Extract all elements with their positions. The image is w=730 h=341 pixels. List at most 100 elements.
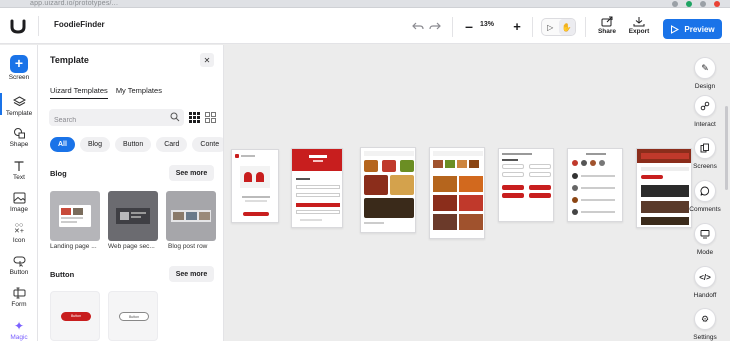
gear-icon: ⚙ xyxy=(694,308,716,330)
shapes-icon xyxy=(11,126,27,140)
browser-url: app.uizard.io/prototypes/... xyxy=(30,0,119,7)
screen-frame[interactable] xyxy=(360,147,416,233)
template-label: Landing page ... xyxy=(50,243,97,250)
design-canvas[interactable] xyxy=(224,45,692,341)
divider xyxy=(452,17,453,37)
screen-frame[interactable] xyxy=(231,149,279,223)
rail-item-settings[interactable]: ⚙ Settings xyxy=(680,308,730,341)
rail-label: Form xyxy=(11,301,27,308)
rail-label: Screens xyxy=(693,163,717,170)
divider xyxy=(585,17,586,37)
preview-label: Preview xyxy=(684,24,715,34)
share-button[interactable]: Share xyxy=(594,16,620,35)
panel-title: Template xyxy=(50,55,89,65)
hand-mode-icon[interactable]: ✋ xyxy=(558,19,575,35)
rail-label: Button xyxy=(9,269,29,276)
screen-frame[interactable] xyxy=(498,148,554,222)
rail-item-design[interactable]: ✎ Design xyxy=(680,57,730,90)
undo-icon[interactable] xyxy=(410,18,426,34)
rail-item-magic[interactable]: ✦ Magic xyxy=(0,319,38,341)
divider xyxy=(532,17,533,37)
browser-address-strip: app.uizard.io/prototypes/... xyxy=(0,0,730,8)
icon-grid-icon: ○○ ✕+ xyxy=(14,222,24,235)
rail-item-form[interactable]: Form xyxy=(0,286,38,308)
export-button[interactable]: Export xyxy=(626,16,652,35)
form-icon xyxy=(11,286,27,300)
template-thumb-landing[interactable] xyxy=(50,191,100,241)
rail-label: Comments xyxy=(689,206,721,213)
screen-frame[interactable] xyxy=(291,148,343,228)
preview-button[interactable]: Preview xyxy=(663,19,722,39)
code-icon: </> xyxy=(694,266,716,288)
extension-icon[interactable] xyxy=(714,1,720,7)
rail-label: Settings xyxy=(693,334,717,341)
rail-item-text[interactable]: Text xyxy=(0,159,38,181)
template-thumb-web-section[interactable] xyxy=(108,191,158,241)
button-icon xyxy=(11,254,27,268)
rail-label: Template xyxy=(5,110,33,117)
rail-label: Mode xyxy=(696,249,714,256)
large-grid-view-icon[interactable] xyxy=(205,112,216,123)
uizard-logo[interactable] xyxy=(8,16,28,36)
chip-content[interactable]: Conte xyxy=(192,137,223,152)
tab-my-templates[interactable]: My Templates xyxy=(116,86,162,99)
share-label: Share xyxy=(597,28,617,35)
template-thumb-secondary-button[interactable]: Button xyxy=(108,291,158,341)
rail-item-screens[interactable]: Screens xyxy=(680,137,730,170)
extension-icon[interactable] xyxy=(686,1,692,7)
rail-label: Interact xyxy=(694,121,716,128)
rail-label: Handoff xyxy=(693,292,717,299)
right-tool-rail: ✎ Design Interact Screens Comments Mode … xyxy=(680,45,730,341)
zoom-in-icon[interactable]: + xyxy=(509,18,525,34)
rail-item-interact[interactable]: Interact xyxy=(680,95,730,128)
rail-item-mode[interactable]: Mode xyxy=(680,223,730,256)
layers-icon xyxy=(11,95,27,109)
zoom-out-icon[interactable]: – xyxy=(461,18,477,34)
tab-uizard-templates[interactable]: Uizard Templates xyxy=(50,86,108,99)
template-label: Blog post row xyxy=(168,243,208,250)
screen-frame[interactable] xyxy=(429,147,485,239)
category-chips: All Blog Button Card Conte xyxy=(50,137,223,152)
rail-item-icon[interactable]: ○○ ✕+ Icon xyxy=(0,222,38,244)
chip-button[interactable]: Button xyxy=(114,137,152,152)
rail-item-button[interactable]: Button xyxy=(0,254,38,276)
extension-icon[interactable] xyxy=(700,1,706,7)
chip-card[interactable]: Card xyxy=(156,137,188,152)
redo-icon[interactable] xyxy=(427,18,443,34)
see-more-button-button[interactable]: See more xyxy=(169,266,214,282)
section-title-blog: Blog xyxy=(50,169,67,178)
select-mode-icon[interactable]: ▷ xyxy=(542,19,559,35)
sample-secondary-button: Button xyxy=(119,312,149,321)
rail-label: Screen xyxy=(8,74,30,81)
rail-item-image[interactable]: Image xyxy=(0,191,38,213)
monitor-icon xyxy=(694,223,716,245)
rail-item-template[interactable]: Template xyxy=(0,95,38,117)
project-name[interactable]: FoodieFinder xyxy=(54,20,105,29)
image-icon xyxy=(11,191,27,205)
pencil-icon: ✎ xyxy=(694,57,716,79)
grid-view-icon[interactable] xyxy=(189,112,200,123)
left-tool-rail: + Screen Template Shape Text Image ○○ ✕+ … xyxy=(0,45,38,341)
chip-blog[interactable]: Blog xyxy=(79,137,110,152)
plus-icon: + xyxy=(10,55,28,73)
rail-label: Icon xyxy=(12,237,26,244)
template-thumb-blog-post-row[interactable] xyxy=(166,191,216,241)
right-scrollbar[interactable] xyxy=(725,106,728,190)
export-label: Export xyxy=(628,28,650,35)
rail-item-comments[interactable]: Comments xyxy=(680,180,730,213)
extension-icon[interactable] xyxy=(672,1,678,7)
zoom-level[interactable]: 13% xyxy=(480,21,494,28)
rail-item-handoff[interactable]: </> Handoff xyxy=(680,266,730,299)
search-icon[interactable] xyxy=(170,112,180,122)
see-more-blog-button[interactable]: See more xyxy=(169,165,214,181)
rail-label: Text xyxy=(13,174,25,181)
search-input[interactable] xyxy=(49,112,184,129)
close-icon[interactable]: ✕ xyxy=(200,53,214,67)
rail-label: Shape xyxy=(9,141,29,148)
rail-item-shape[interactable]: Shape xyxy=(0,126,38,148)
chip-all[interactable]: All xyxy=(50,137,75,152)
mode-toggle[interactable]: ▷ ✋ xyxy=(541,18,576,36)
rail-item-screen[interactable]: + Screen xyxy=(0,55,38,81)
screen-frame[interactable] xyxy=(567,148,623,222)
template-thumb-primary-button[interactable]: Button xyxy=(50,291,100,341)
